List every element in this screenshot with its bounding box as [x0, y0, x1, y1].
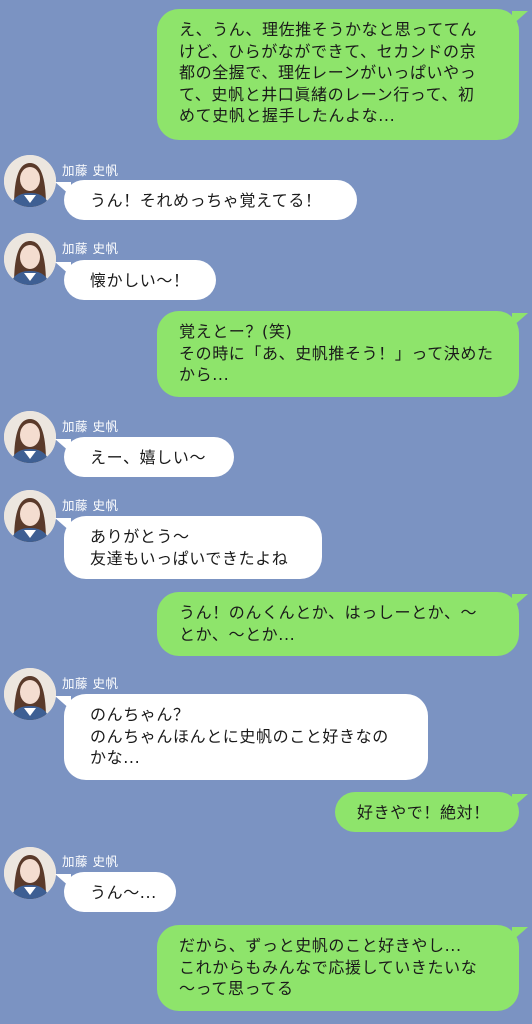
message-bubble-sent[interactable]: 覚えとー？(笑) その時に「あ、史帆推そう！」って決めた から... [157, 311, 528, 397]
avatar-photo-icon [4, 668, 56, 720]
avatar-photo-icon [4, 233, 56, 285]
sender-name: 加藤 史帆 [62, 854, 119, 869]
message-bubble-sent[interactable]: だから、ずっと史帆のこと好きやし... これからもみんなで応援していきたいな 〜… [157, 925, 528, 1011]
avatar-photo-icon [4, 847, 56, 899]
sender-name: 加藤 史帆 [62, 163, 119, 178]
message-bubble-received[interactable]: 懐かしい〜！ [55, 260, 216, 300]
message-bubble-received[interactable]: えー、嬉しい〜 [55, 437, 234, 477]
contact-avatar[interactable] [4, 490, 56, 542]
contact-avatar[interactable] [4, 155, 56, 207]
avatar-photo-icon [4, 411, 56, 463]
message-bubble-received[interactable]: うん！それめっちゃ覚えてる！ [55, 180, 357, 220]
message-bubble-received[interactable]: ありがとう〜 友達もいっぱいできたよね [55, 516, 322, 579]
message-bubble-sent[interactable]: うん！のんくんとか、はっしーとか、〜 とか、〜とか... [157, 592, 528, 656]
contact-avatar[interactable] [4, 668, 56, 720]
avatar-photo-icon [4, 490, 56, 542]
avatar-photo-icon [4, 155, 56, 207]
contact-avatar[interactable] [4, 411, 56, 463]
sender-name: 加藤 史帆 [62, 498, 119, 513]
sender-name: 加藤 史帆 [62, 419, 119, 434]
message-bubble-received[interactable]: うん〜... [55, 872, 176, 912]
chat-view: え、うん、理佐推そうかなと思っててん けど、ひらがなができて、セカンドの京 都の… [0, 0, 532, 1024]
contact-avatar[interactable] [4, 847, 56, 899]
message-bubble-sent[interactable]: 好きやで！絶対！ [335, 792, 528, 832]
sender-name: 加藤 史帆 [62, 676, 119, 691]
message-bubble-sent[interactable]: え、うん、理佐推そうかなと思っててん けど、ひらがなができて、セカンドの京 都の… [157, 9, 528, 140]
contact-avatar[interactable] [4, 233, 56, 285]
sender-name: 加藤 史帆 [62, 241, 119, 256]
message-bubble-received[interactable]: のんちゃん？ のんちゃんほんとに史帆のこと好きなの かな... [55, 694, 428, 780]
